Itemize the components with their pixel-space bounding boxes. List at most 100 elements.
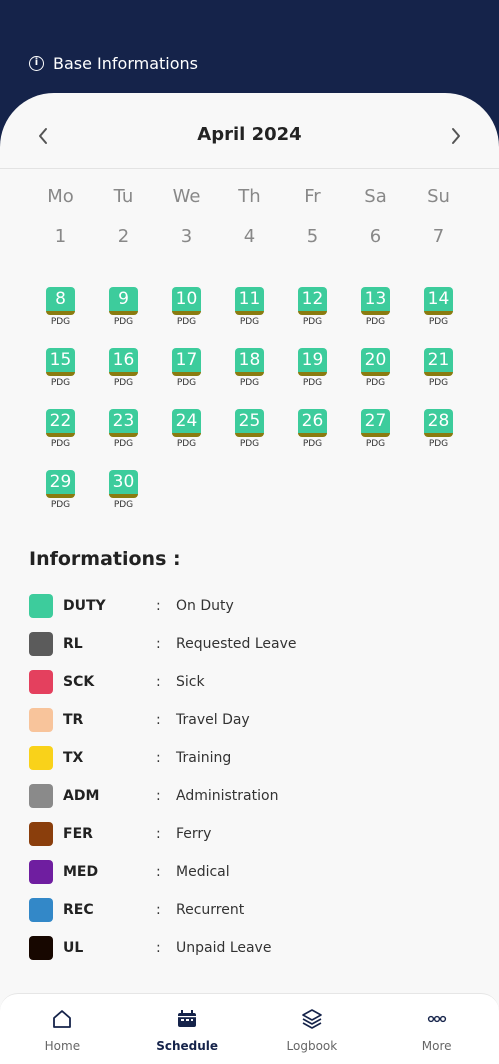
legend-description: Requested Leave bbox=[176, 636, 297, 652]
duty-day-number[interactable]: 10 bbox=[172, 287, 201, 315]
calendar-day-cell[interactable]: 6 bbox=[344, 226, 407, 287]
duty-day-code: PDG bbox=[365, 317, 386, 327]
legend-item: ADM: Administration bbox=[29, 777, 469, 815]
calendar-day-cell[interactable]: 4 bbox=[218, 226, 281, 287]
nav-tab-label: More bbox=[421, 1039, 452, 1053]
duty-day-number[interactable]: 27 bbox=[361, 409, 390, 437]
calendar-duty-day[interactable]: 17 PDG bbox=[155, 348, 218, 409]
duty-day-code: PDG bbox=[113, 439, 134, 449]
legend-separator: : bbox=[156, 826, 161, 842]
duty-day-number[interactable]: 12 bbox=[298, 287, 327, 315]
duty-day-number[interactable]: 30 bbox=[109, 470, 138, 498]
nav-tab-more[interactable]: More bbox=[374, 994, 499, 1064]
legend-color-swatch bbox=[29, 822, 53, 846]
calendar-duty-day[interactable]: 8 PDG bbox=[29, 287, 92, 348]
month-header: April 2024 bbox=[0, 93, 499, 169]
calendar-day-cell[interactable]: 5 bbox=[281, 226, 344, 287]
weekday-label: Th bbox=[238, 186, 261, 207]
calendar-day-cell[interactable]: 2 bbox=[92, 226, 155, 287]
calendar-duty-day[interactable]: 19 PDG bbox=[281, 348, 344, 409]
legend-item: FER: Ferry bbox=[29, 815, 469, 853]
calendar-duty-day[interactable]: 20 PDG bbox=[344, 348, 407, 409]
legend-color-swatch bbox=[29, 784, 53, 808]
calendar-duty-day[interactable]: 14 PDG bbox=[407, 287, 470, 348]
legend-code: TR bbox=[63, 712, 84, 728]
nav-tab-home[interactable]: Home bbox=[0, 994, 125, 1064]
calendar-day-cell[interactable]: 3 bbox=[155, 226, 218, 287]
legend-code: RL bbox=[63, 636, 83, 652]
weekday-label: Mo bbox=[47, 186, 74, 207]
duty-day-number[interactable]: 22 bbox=[46, 409, 75, 437]
nav-tab-schedule[interactable]: Schedule bbox=[125, 994, 250, 1064]
informations-title: Informations : bbox=[29, 548, 181, 570]
calendar-duty-day[interactable]: 25 PDG bbox=[218, 409, 281, 470]
calendar-duty-day[interactable]: 15 PDG bbox=[29, 348, 92, 409]
calendar-duty-day[interactable]: 23 PDG bbox=[92, 409, 155, 470]
duty-day-number[interactable]: 16 bbox=[109, 348, 138, 376]
legend-color-swatch bbox=[29, 594, 53, 618]
nav-tab-label: Logbook bbox=[286, 1039, 338, 1053]
day-number: 3 bbox=[180, 226, 193, 247]
duty-day-number[interactable]: 9 bbox=[109, 287, 138, 315]
legend-code: FER bbox=[63, 826, 93, 842]
duty-day-number[interactable]: 21 bbox=[424, 348, 453, 376]
calendar-duty-day[interactable]: 18 PDG bbox=[218, 348, 281, 409]
calendar-day-cell[interactable]: 1 bbox=[29, 226, 92, 287]
calendar-day-cell[interactable]: 7 bbox=[407, 226, 470, 287]
duty-day-code: PDG bbox=[113, 500, 134, 510]
duty-day-number[interactable]: 11 bbox=[235, 287, 264, 315]
nav-tab-logbook[interactable]: Logbook bbox=[250, 994, 375, 1064]
calendar-duty-day[interactable]: 28 PDG bbox=[407, 409, 470, 470]
duty-day-code: PDG bbox=[176, 378, 197, 388]
calendar-duty-day[interactable]: 29 PDG bbox=[29, 470, 92, 531]
duty-day-code: PDG bbox=[176, 439, 197, 449]
calendar-duty-day[interactable]: 16 PDG bbox=[92, 348, 155, 409]
calendar-duty-day[interactable]: 30 PDG bbox=[92, 470, 155, 531]
weekday-label: Su bbox=[427, 186, 450, 207]
duty-day-number[interactable]: 23 bbox=[109, 409, 138, 437]
calendar-duty-day[interactable]: 13 PDG bbox=[344, 287, 407, 348]
legend-separator: : bbox=[156, 940, 161, 956]
legend-code: MED bbox=[63, 864, 99, 880]
calendar-duty-day[interactable]: 24 PDG bbox=[155, 409, 218, 470]
next-month-button[interactable] bbox=[441, 121, 471, 151]
day-number: 2 bbox=[117, 226, 130, 247]
layers-icon bbox=[299, 1006, 325, 1036]
duty-day-number[interactable]: 25 bbox=[235, 409, 264, 437]
calendar-duty-day[interactable]: 9 PDG bbox=[92, 287, 155, 348]
home-icon bbox=[49, 1006, 75, 1036]
calendar-duty-day[interactable]: 12 PDG bbox=[281, 287, 344, 348]
duty-day-number[interactable]: 17 bbox=[172, 348, 201, 376]
duty-day-number[interactable]: 19 bbox=[298, 348, 327, 376]
legend-separator: : bbox=[156, 598, 161, 614]
legend-description: Medical bbox=[176, 864, 230, 880]
calendar-days-grid: 1 2 3 4 5 6 7 8 PDG 9 PDG 10 PDG 11 PDG 12 PDG 13 PDG 14 PDG… bbox=[29, 226, 469, 531]
calendar-duty-day[interactable]: 26 PDG bbox=[281, 409, 344, 470]
duty-day-number[interactable]: 18 bbox=[235, 348, 264, 376]
duty-day-number[interactable]: 15 bbox=[46, 348, 75, 376]
calendar-duty-day[interactable]: 27 PDG bbox=[344, 409, 407, 470]
legend-separator: : bbox=[156, 788, 161, 804]
calendar-duty-day[interactable]: 21 PDG bbox=[407, 348, 470, 409]
duty-day-number[interactable]: 29 bbox=[46, 470, 75, 498]
legend-list: DUTY: On Duty RL: Requested Leave SCK: Sick TR… bbox=[29, 587, 469, 967]
duty-day-number[interactable]: 24 bbox=[172, 409, 201, 437]
bottom-navigation: Home Schedule Logbook More bbox=[0, 993, 499, 1064]
duty-day-code: PDG bbox=[50, 317, 71, 327]
legend-separator: : bbox=[156, 902, 161, 918]
duty-day-number[interactable]: 13 bbox=[361, 287, 390, 315]
legend-item: RL: Requested Leave bbox=[29, 625, 469, 663]
duty-day-code: PDG bbox=[428, 317, 449, 327]
base-informations-link[interactable]: i Base Informations bbox=[29, 54, 198, 73]
duty-day-number[interactable]: 28 bbox=[424, 409, 453, 437]
duty-day-number[interactable]: 8 bbox=[46, 287, 75, 315]
duty-day-number[interactable]: 14 bbox=[424, 287, 453, 315]
base-informations-label: Base Informations bbox=[53, 54, 198, 73]
calendar-duty-day[interactable]: 22 PDG bbox=[29, 409, 92, 470]
calendar-duty-day[interactable]: 10 PDG bbox=[155, 287, 218, 348]
legend-description: Sick bbox=[176, 674, 205, 690]
duty-day-number[interactable]: 20 bbox=[361, 348, 390, 376]
duty-day-code: PDG bbox=[239, 378, 260, 388]
duty-day-number[interactable]: 26 bbox=[298, 409, 327, 437]
calendar-duty-day[interactable]: 11 PDG bbox=[218, 287, 281, 348]
